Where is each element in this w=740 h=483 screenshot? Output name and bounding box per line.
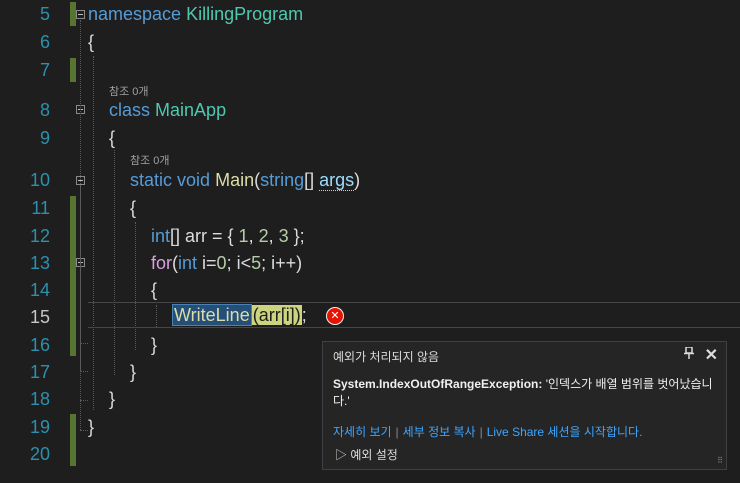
- code-line-8[interactable]: class MainApp: [109, 100, 226, 121]
- separator: |: [395, 425, 399, 439]
- indent-guide: [135, 222, 136, 350]
- number: 5: [251, 253, 262, 273]
- exception-type: System.IndexOutOfRangeException:: [333, 377, 543, 391]
- exception-settings-toggle[interactable]: ▷ 예외 설정: [335, 446, 398, 463]
- outline-guide: [80, 268, 81, 343]
- line-number: 17: [29, 362, 50, 382]
- number: 1: [238, 226, 249, 246]
- change-indicator: [70, 414, 76, 466]
- exception-links: 자세히 보기 | 세부 정보 복사 | Live Share 세션을 시작합니다.: [333, 423, 642, 440]
- line-number: 16: [29, 335, 50, 355]
- outline-guide-end: [80, 430, 88, 431]
- indent-guide: [114, 150, 115, 375]
- code-text: [] arr = {: [170, 226, 239, 246]
- outline-guide-end: [80, 400, 88, 401]
- line-number: 11: [31, 198, 50, 218]
- exception-popup[interactable]: 예외가 처리되지 않음 ✕ System.IndexOutOfRangeExce…: [322, 341, 727, 470]
- line-number: 12: [29, 226, 50, 246]
- outline-guide-end: [80, 343, 88, 344]
- line-number-current: 15: [29, 307, 50, 327]
- number: 2: [258, 226, 269, 246]
- code-line-12[interactable]: int[] arr = { 1, 2, 3 };: [151, 226, 305, 247]
- indent-guide: [93, 56, 94, 410]
- code-line-6[interactable]: {: [88, 32, 94, 53]
- keyword: class: [109, 100, 151, 120]
- code-line-13[interactable]: for(int i=0; i<5; i++): [151, 253, 302, 274]
- punctuation: []: [304, 170, 315, 190]
- control-keyword: for: [151, 253, 173, 273]
- line-number: 10: [29, 170, 50, 190]
- keyword: static: [130, 170, 173, 190]
- collapse-icon[interactable]: [76, 10, 85, 19]
- keyword: string: [260, 170, 305, 190]
- code-text: ; i<: [226, 253, 252, 273]
- code-line-9[interactable]: {: [109, 128, 115, 149]
- class-name: MainApp: [155, 100, 227, 120]
- code-text: ; i++): [261, 253, 303, 273]
- code-line-14[interactable]: {: [151, 280, 157, 301]
- line-number: 8: [39, 100, 50, 120]
- change-indicator: [70, 58, 76, 82]
- exception-popup-title: 예외가 처리되지 않음: [333, 350, 440, 364]
- code-line-18[interactable]: }: [109, 389, 115, 410]
- code-line-10[interactable]: static void Main(string[] args): [130, 170, 360, 191]
- line-number: 9: [39, 128, 50, 148]
- line-number: 7: [39, 60, 50, 80]
- line-number: 14: [29, 280, 50, 300]
- codelens-references[interactable]: 참조 0개: [109, 83, 149, 99]
- punctuation: ): [354, 170, 361, 190]
- exception-message: System.IndexOutOfRangeException: '인덱스가 배…: [333, 376, 718, 410]
- code-line-15[interactable]: WriteLine (arr[i]);: [172, 304, 307, 326]
- code-line-19[interactable]: }: [88, 417, 94, 438]
- line-number: 6: [39, 32, 50, 52]
- line-number: 19: [29, 417, 50, 437]
- code-text: ,: [248, 226, 259, 246]
- line-number: 20: [29, 444, 50, 464]
- close-icon[interactable]: ✕: [705, 345, 718, 365]
- resize-grip-icon[interactable]: ⠿: [717, 456, 723, 465]
- copy-details-link[interactable]: 세부 정보 복사: [403, 425, 476, 439]
- keyword: int: [151, 226, 171, 246]
- code-line-11[interactable]: {: [130, 198, 136, 219]
- line-number: 5: [39, 4, 50, 24]
- code-line-5[interactable]: namespace KillingProgram: [88, 4, 303, 25]
- punctuation: ;: [301, 305, 307, 325]
- code-text: i=: [197, 253, 217, 273]
- code-line-16[interactable]: }: [151, 335, 157, 356]
- number: 0: [216, 253, 227, 273]
- separator: |: [479, 425, 483, 439]
- current-statement-args: (arr[i]): [251, 305, 302, 325]
- method-name: Main: [215, 170, 255, 190]
- parameter-name: args: [319, 170, 355, 191]
- pin-icon[interactable]: [684, 346, 694, 362]
- change-indicator: [70, 196, 76, 356]
- outline-guide-end: [80, 371, 88, 372]
- keyword: int: [178, 253, 198, 273]
- error-icon[interactable]: ✕: [327, 308, 343, 324]
- codelens-references[interactable]: 참조 0개: [130, 152, 170, 168]
- keyword: namespace: [88, 4, 182, 24]
- line-number: 18: [29, 389, 50, 409]
- code-text: ,: [268, 226, 279, 246]
- view-details-link[interactable]: 자세히 보기: [333, 425, 392, 439]
- namespace-name: KillingProgram: [186, 4, 304, 24]
- keyword: void: [177, 170, 211, 190]
- line-number: 13: [29, 253, 50, 273]
- number: 3: [278, 226, 289, 246]
- current-statement-method: WriteLine: [172, 304, 252, 326]
- code-text: };: [288, 226, 305, 246]
- live-share-link[interactable]: Live Share 세션을 시작합니다.: [487, 425, 643, 439]
- code-line-17[interactable]: }: [130, 362, 136, 383]
